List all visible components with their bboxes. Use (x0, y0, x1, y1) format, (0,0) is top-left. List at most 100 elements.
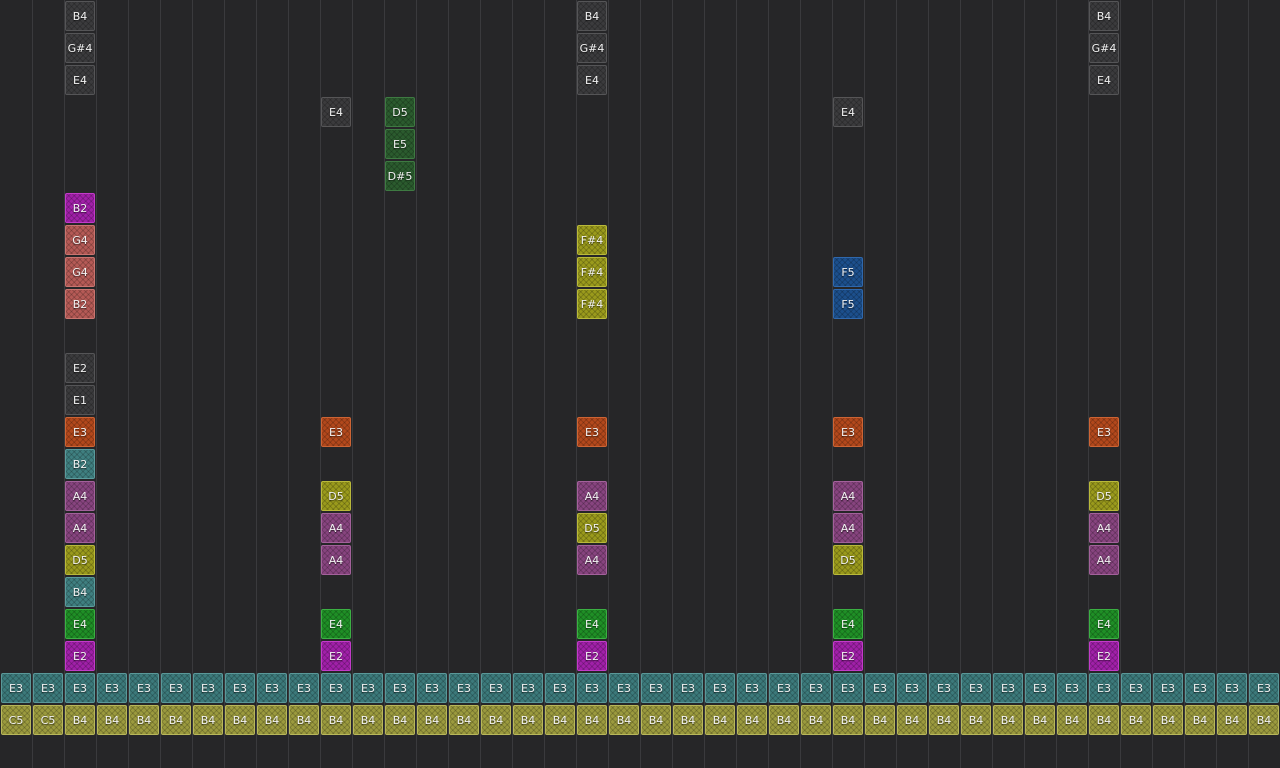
note-block[interactable]: B4 (865, 705, 895, 735)
note-block[interactable]: A4 (833, 513, 863, 543)
note-block[interactable]: B4 (1185, 705, 1215, 735)
note-block[interactable]: G#4 (577, 33, 607, 63)
note-block[interactable]: E3 (321, 417, 351, 447)
note-block[interactable]: B4 (449, 705, 479, 735)
note-block[interactable]: B4 (417, 705, 447, 735)
note-block[interactable]: E3 (65, 673, 95, 703)
note-block[interactable]: B4 (481, 705, 511, 735)
note-block[interactable]: E4 (577, 609, 607, 639)
note-block[interactable]: D5 (65, 545, 95, 575)
note-block[interactable]: E3 (1249, 673, 1279, 703)
note-block[interactable]: A4 (577, 545, 607, 575)
note-block[interactable]: E2 (65, 641, 95, 671)
note-block[interactable]: D5 (833, 545, 863, 575)
note-block[interactable]: A4 (833, 481, 863, 511)
note-block[interactable]: E3 (769, 673, 799, 703)
note-block[interactable]: G#4 (1089, 33, 1119, 63)
note-block[interactable]: E2 (321, 641, 351, 671)
note-block[interactable]: E1 (65, 385, 95, 415)
note-block[interactable]: E3 (289, 673, 319, 703)
note-block[interactable]: B4 (833, 705, 863, 735)
note-block[interactable]: E2 (833, 641, 863, 671)
note-block[interactable]: E3 (1057, 673, 1087, 703)
note-block[interactable]: B4 (1153, 705, 1183, 735)
note-block[interactable]: E4 (1089, 609, 1119, 639)
note-block[interactable]: E4 (321, 97, 351, 127)
note-block[interactable]: E3 (1025, 673, 1055, 703)
note-block[interactable]: B4 (65, 705, 95, 735)
note-block[interactable]: B4 (1217, 705, 1247, 735)
note-block[interactable]: B4 (289, 705, 319, 735)
note-block[interactable]: E3 (353, 673, 383, 703)
note-block[interactable]: E4 (65, 65, 95, 95)
note-block[interactable]: E3 (321, 673, 351, 703)
note-block[interactable]: D5 (321, 481, 351, 511)
note-block[interactable]: B4 (577, 705, 607, 735)
note-block[interactable]: B4 (961, 705, 991, 735)
note-block[interactable]: E4 (833, 97, 863, 127)
note-block[interactable]: E5 (385, 129, 415, 159)
note-block[interactable]: B4 (641, 705, 671, 735)
note-block[interactable]: A4 (321, 545, 351, 575)
note-block[interactable]: E3 (65, 417, 95, 447)
note-block[interactable]: E3 (929, 673, 959, 703)
note-grid[interactable]: B4 G#4 E4 B2 G4 G4 B2 E2 E1 E3 B2 A4 A4 D5 B4 E4 E2 E4 E3 D… (0, 0, 1280, 768)
note-block[interactable]: A4 (577, 481, 607, 511)
note-block[interactable]: D5 (577, 513, 607, 543)
note-block[interactable]: E3 (833, 673, 863, 703)
note-block[interactable]: B4 (161, 705, 191, 735)
note-block[interactable]: D5 (385, 97, 415, 127)
note-block[interactable]: E2 (65, 353, 95, 383)
note-block[interactable]: E2 (1089, 641, 1119, 671)
note-block[interactable]: E3 (577, 417, 607, 447)
note-block[interactable]: B4 (65, 577, 95, 607)
note-block[interactable]: B4 (545, 705, 575, 735)
note-block[interactable]: C5 (1, 705, 31, 735)
note-block[interactable]: B4 (97, 705, 127, 735)
note-block[interactable]: B4 (1025, 705, 1055, 735)
note-block[interactable]: E3 (129, 673, 159, 703)
note-block[interactable]: B4 (1121, 705, 1151, 735)
note-block[interactable]: A4 (65, 481, 95, 511)
note-block[interactable]: D5 (1089, 481, 1119, 511)
note-block[interactable]: B4 (129, 705, 159, 735)
note-block[interactable]: E3 (705, 673, 735, 703)
note-block[interactable]: E3 (865, 673, 895, 703)
note-block[interactable]: B4 (897, 705, 927, 735)
note-block[interactable]: B4 (801, 705, 831, 735)
note-block[interactable]: E3 (513, 673, 543, 703)
note-block[interactable]: E3 (641, 673, 671, 703)
note-block[interactable]: B2 (65, 193, 95, 223)
note-block[interactable]: B2 (65, 289, 95, 319)
note-block[interactable]: B4 (321, 705, 351, 735)
note-block[interactable]: E3 (225, 673, 255, 703)
note-block[interactable]: E3 (737, 673, 767, 703)
note-block[interactable]: G#4 (65, 33, 95, 63)
note-block[interactable]: E4 (65, 609, 95, 639)
note-block[interactable]: B4 (1057, 705, 1087, 735)
note-block[interactable]: E3 (1217, 673, 1247, 703)
note-block[interactable]: E3 (545, 673, 575, 703)
note-block[interactable]: E3 (1089, 417, 1119, 447)
note-block[interactable]: E3 (609, 673, 639, 703)
note-block[interactable]: F#4 (577, 225, 607, 255)
note-block[interactable]: B4 (65, 1, 95, 31)
note-block[interactable]: A4 (65, 513, 95, 543)
note-block[interactable]: A4 (1089, 513, 1119, 543)
note-block[interactable]: E3 (673, 673, 703, 703)
note-block[interactable]: F5 (833, 257, 863, 287)
note-block[interactable]: E3 (1185, 673, 1215, 703)
note-block[interactable]: E4 (1089, 65, 1119, 95)
note-block[interactable]: E4 (321, 609, 351, 639)
note-block[interactable]: F5 (833, 289, 863, 319)
note-block[interactable]: B4 (769, 705, 799, 735)
note-block[interactable]: E4 (577, 65, 607, 95)
note-block[interactable]: B4 (993, 705, 1023, 735)
note-block[interactable]: E3 (481, 673, 511, 703)
note-block[interactable]: E3 (1121, 673, 1151, 703)
note-block[interactable]: F#4 (577, 257, 607, 287)
note-block[interactable]: B4 (673, 705, 703, 735)
note-block[interactable]: B4 (193, 705, 223, 735)
note-block[interactable]: B4 (1089, 1, 1119, 31)
note-block[interactable]: E3 (577, 673, 607, 703)
